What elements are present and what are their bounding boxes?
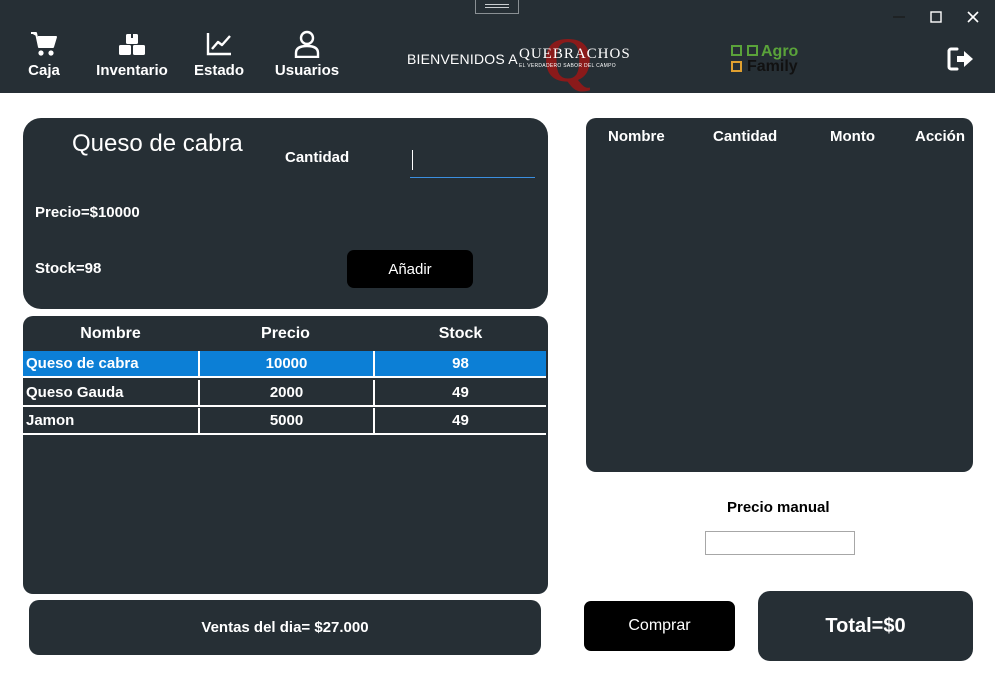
cell-stock: 98 bbox=[373, 351, 546, 376]
welcome-text: BIENVENIDOS A bbox=[407, 51, 518, 67]
column-header[interactable]: Stock bbox=[373, 325, 548, 343]
agro-family-logo: Agro Family bbox=[731, 43, 811, 77]
minimize-icon[interactable] bbox=[888, 7, 910, 27]
column-header[interactable]: Acción bbox=[915, 128, 965, 145]
nav-label: Estado bbox=[194, 62, 245, 79]
cell-nombre: Queso de cabra bbox=[26, 355, 139, 372]
table-header: Nombre Precio Stock bbox=[23, 325, 548, 347]
product-name: Queso de cabra bbox=[72, 130, 243, 157]
drag-handle[interactable] bbox=[475, 0, 519, 14]
close-icon[interactable] bbox=[962, 7, 984, 27]
comprar-button[interactable]: Comprar bbox=[584, 601, 735, 651]
brand-name: QUEBRACHOS bbox=[519, 46, 631, 62]
precio-manual-input[interactable] bbox=[705, 531, 855, 555]
cart-table: Nombre Cantidad Monto Acción bbox=[586, 118, 973, 472]
cell-nombre: Jamon bbox=[26, 412, 75, 429]
cell-stock: 49 bbox=[373, 408, 546, 433]
nav-label: Caja bbox=[28, 62, 60, 79]
table-row[interactable]: Queso Gauda 2000 49 bbox=[23, 380, 546, 407]
add-button[interactable]: Añadir bbox=[347, 250, 473, 288]
product-detail-panel: Queso de cabra Cantidad Precio=$10000 St… bbox=[23, 118, 548, 309]
stock-text: Stock=98 bbox=[35, 260, 102, 277]
user-icon bbox=[292, 30, 322, 58]
cantidad-input[interactable] bbox=[410, 144, 535, 178]
precio-text: Precio=$10000 bbox=[35, 204, 140, 221]
column-header[interactable]: Cantidad bbox=[713, 128, 777, 145]
precio-manual-label: Precio manual bbox=[727, 499, 830, 516]
cantidad-label: Cantidad bbox=[285, 149, 350, 166]
chart-icon bbox=[204, 30, 234, 58]
table-row[interactable]: Jamon 5000 49 bbox=[23, 408, 546, 435]
column-header[interactable]: Monto bbox=[830, 128, 875, 145]
brand-tagline: EL VERDADERO SABOR DEL CAMPO bbox=[519, 63, 616, 69]
brand-logo: Q QUEBRACHOS EL VERDADERO SABOR DEL CAMP… bbox=[519, 28, 630, 92]
cell-nombre: Queso Gauda bbox=[26, 384, 124, 401]
text-caret bbox=[412, 150, 413, 170]
nav-label: Usuarios bbox=[274, 62, 340, 79]
column-header[interactable]: Nombre bbox=[23, 325, 198, 343]
nav-estado[interactable]: Estado bbox=[194, 30, 245, 88]
total-text: Total=$0 bbox=[825, 614, 906, 637]
ventas-del-dia: Ventas del dia= $27.000 bbox=[29, 600, 541, 655]
column-header[interactable]: Precio bbox=[198, 325, 373, 343]
nav-label: Inventario bbox=[96, 62, 168, 79]
top-bar: Caja Inventario Estado Usuarios BIENVENI… bbox=[0, 0, 995, 93]
maximize-icon[interactable] bbox=[925, 7, 947, 27]
logout-icon[interactable] bbox=[947, 46, 975, 77]
family-text: Family bbox=[747, 58, 798, 75]
cell-precio: 2000 bbox=[198, 380, 373, 405]
cell-precio: 5000 bbox=[198, 408, 373, 433]
nav-usuarios[interactable]: Usuarios bbox=[274, 30, 340, 88]
inventory-table: Nombre Precio Stock Queso de cabra 10000… bbox=[23, 316, 548, 594]
table-row[interactable]: Queso de cabra 10000 98 bbox=[23, 351, 546, 378]
column-header[interactable]: Nombre bbox=[608, 128, 665, 145]
nav-inventario[interactable]: Inventario bbox=[96, 30, 168, 88]
cart-icon bbox=[29, 30, 59, 58]
total-display: Total=$0 bbox=[758, 591, 973, 661]
cell-stock: 49 bbox=[373, 380, 546, 405]
ventas-text: Ventas del dia= $27.000 bbox=[201, 619, 369, 636]
boxes-icon bbox=[117, 30, 147, 58]
cell-precio: 10000 bbox=[198, 351, 373, 376]
nav-caja[interactable]: Caja bbox=[26, 30, 62, 88]
